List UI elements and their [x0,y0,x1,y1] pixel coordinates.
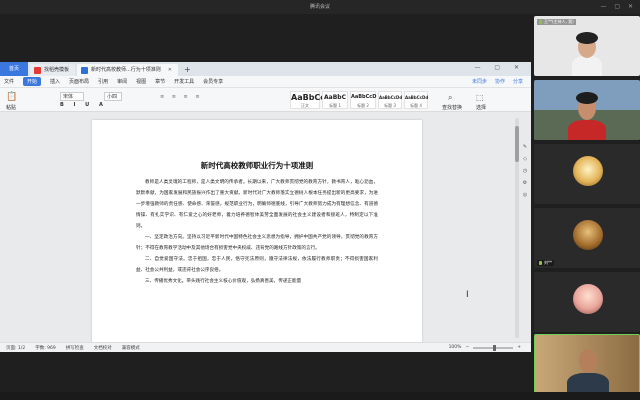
unsynced-button[interactable]: 未同步 [472,78,487,85]
avatar [573,156,603,186]
participant-tile[interactable] [534,144,640,204]
tab-document-label: 新时代高校教师...行为十项准则 [91,67,161,73]
search-icon[interactable]: ⌕ [448,93,452,103]
format-buttons[interactable]: B I U A [60,102,107,108]
menu-layout[interactable]: 页面布局 [69,78,89,85]
template-icon [34,66,41,74]
menu-start[interactable]: 开始 [23,77,42,86]
style-h1-caption: 标题 1 [329,103,341,108]
style-h3-caption: 标题 3 [384,103,396,108]
style-h2-caption: 标题 2 [357,103,369,108]
participant-name: 王**(主持人, 我) [537,19,576,25]
word-doc-icon [81,66,89,74]
spell-check-button[interactable]: 拼写检查 [66,345,84,351]
document-paragraph: 一、坚定政治方向。坚持以习近平新时代中国特色社会主义思想为指导，拥护中国共产党的… [136,235,378,251]
proofread-button[interactable]: 文档校对 [94,345,112,351]
menu-insert[interactable]: 插入 [50,78,60,85]
right-side-tools: ✎ ◇ ◷ ⚙ ◎ [519,130,531,350]
style-h1[interactable]: AaBbC 标题 1 [322,91,348,109]
participant-tile-active[interactable] [534,334,640,394]
find-replace-button[interactable]: 查找替换 [442,104,462,111]
style-h4[interactable]: AaBbCcDd 标题 4 [404,91,428,109]
document-workspace: 新时代高校教师职业行为十项准则 教师是人类灵魂的工程师，是人类文明的传承者。长期… [0,112,531,342]
menu-member[interactable]: 会员专享 [203,78,223,85]
tab-templates-label: 找稻壳模板 [44,67,70,73]
wps-window-controls[interactable]: — ▢ ✕ [474,64,525,71]
meeting-title-bar: 腾讯会议 — ▢ ✕ [0,0,640,14]
window-controls[interactable]: — ▢ ✕ [600,0,636,14]
wps-tab-bar: 首页 找稻壳模板 新时代高校教师...行为十项准则 ✕ + — ▢ ✕ [0,62,531,76]
shape-icon[interactable]: ◇ [523,156,527,162]
style-h3-sample: AaBbCcDd [379,95,403,100]
font-size-select[interactable]: 小四 [104,92,123,101]
target-icon[interactable]: ◎ [523,192,527,198]
document-page[interactable]: 新时代高校教师职业行为十项准则 教师是人类灵魂的工程师，是人类文明的传承者。长期… [92,120,422,342]
zoom-value: 100% [448,345,462,350]
close-tab-icon[interactable]: ✕ [168,64,172,76]
share-button[interactable]: 分享 [513,78,523,85]
wps-menu-bar: 文件 开始 插入 页面布局 引用 审阅 视图 章节 开发工具 会员专享 未同步 … [0,76,531,88]
paste-icon[interactable]: 📋 [6,92,17,102]
menu-review[interactable]: 审阅 [117,78,127,85]
font-name-select[interactable]: 宋体 [60,92,85,101]
avatar [573,284,603,314]
tab-home[interactable]: 首页 [0,62,28,76]
text-cursor-icon: I [466,290,469,300]
tab-document[interactable]: 新时代高校教师...行为十项准则 ✕ [77,64,178,76]
document-paragraph: 二、自觉爱国守法。忠于祖国，忠于人民，恪守宪法原则，遵守法律法规，依法履行教师职… [136,257,378,273]
style-normal[interactable]: AaBbCcDd 正文 [290,91,338,109]
menu-file[interactable]: 文件 [4,78,14,85]
menu-right-group: 未同步 协作 分享 [472,78,531,85]
status-bar: 页面: 1/2 字数: 969 拼写检查 文档校对 兼容模式 100% − + [0,342,531,352]
style-h3[interactable]: AaBbCcDd 标题 3 [378,91,402,109]
style-normal-caption: 正文 [301,103,309,108]
avatar [573,220,603,250]
meeting-title: 腾讯会议 [309,4,330,10]
compat-mode: 兼容模式 [121,345,140,351]
document-title: 新时代高校教师职业行为十项准则 [200,161,314,170]
style-normal-sample: AaBbCcDd [291,93,338,102]
participant-name: 刘** [537,260,554,266]
mic-icon [539,261,542,265]
style-h2-sample: AaBbCcD [351,94,377,100]
meeting-bottom-bar [0,392,640,400]
document-paragraph: 三、传播优秀文化。带头践行社会主义核心价值观，弘扬真善美，传递正能量 [145,279,302,284]
style-h2[interactable]: AaBbCcD 标题 2 [350,91,376,109]
new-tab-button[interactable]: + [184,64,191,76]
paste-label[interactable]: 粘贴 [6,104,16,111]
menu-chapter[interactable]: 章节 [155,78,165,85]
participant-tile[interactable] [534,80,640,140]
menu-developer[interactable]: 开发工具 [174,78,194,85]
style-h4-sample: AaBbCcDd [405,95,429,100]
zoom-control[interactable]: 100% − + [448,344,531,351]
style-h4-caption: 标题 4 [410,103,422,108]
ribbon-toolbar: 📋 粘贴 宋体 小四 B I U A ≡ ≡ ≡ ≡ AaBbCcDd 正文 A… [0,88,531,112]
mic-icon [539,20,542,24]
participant-tile[interactable]: 刘** [534,208,640,268]
page-count: 页面: 1/2 [6,345,26,351]
tab-templates[interactable]: 找稻壳模板 [30,64,76,76]
pen-icon[interactable]: ✎ [523,144,527,150]
paragraph-buttons[interactable]: ≡ ≡ ≡ ≡ [160,94,203,100]
participant-tile[interactable]: 王**(主持人, 我) [534,16,640,76]
zoom-slider[interactable] [473,344,514,351]
shared-screen: 首页 找稻壳模板 新时代高校教师...行为十项准则 ✕ + — ▢ ✕ 文件 开… [0,62,531,352]
select-cursor-icon[interactable]: ⬚ [476,93,484,102]
menu-references[interactable]: 引用 [98,78,108,85]
style-h1-sample: AaBbC [324,94,346,101]
participant-tile[interactable] [534,272,640,332]
settings-icon[interactable]: ⚙ [523,180,527,186]
document-paragraph: 教师是人类灵魂的工程师，是人类文明的传承者。长期以来，广大教师贯彻党的教育方针，… [136,180,378,229]
zoom-in-icon[interactable]: + [517,345,521,350]
menu-view[interactable]: 视图 [136,78,146,85]
zoom-out-icon[interactable]: − [465,345,469,350]
select-button[interactable]: 选择 [476,104,486,111]
clock-icon[interactable]: ◷ [523,168,527,174]
word-count: 字数: 969 [35,345,56,351]
collab-button[interactable]: 协作 [495,78,505,85]
